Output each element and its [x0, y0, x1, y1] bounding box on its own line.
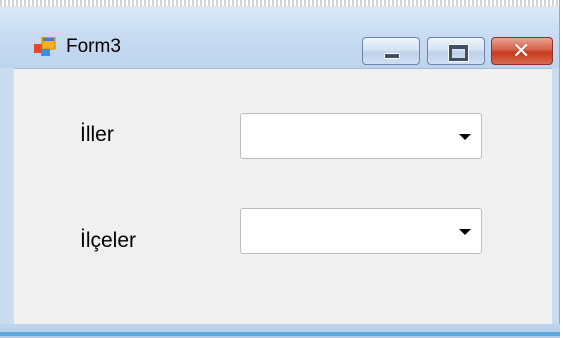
- taskbar-edge: [0, 332, 560, 336]
- close-button[interactable]: ✕: [491, 37, 553, 65]
- maximize-icon: [448, 44, 469, 62]
- maximize-button[interactable]: [427, 37, 485, 65]
- form-client-area: İller İlçeler: [14, 68, 552, 325]
- ilceler-label: İlçeler: [80, 229, 137, 252]
- title-bar[interactable]: Form3 ✕: [0, 6, 559, 68]
- chevron-down-icon[interactable]: [459, 229, 471, 235]
- form3-window: Form3 ✕ İller İlçeler: [0, 0, 560, 338]
- iller-combobox[interactable]: [240, 113, 482, 159]
- form-app-icon: [34, 37, 56, 56]
- minimize-button[interactable]: [362, 37, 420, 65]
- close-icon: ✕: [512, 39, 531, 64]
- minimize-icon: [384, 53, 400, 59]
- chevron-down-icon[interactable]: [459, 134, 471, 140]
- ilceler-combobox[interactable]: [240, 208, 482, 254]
- window-title: Form3: [66, 36, 121, 57]
- iller-label: İller: [80, 123, 114, 146]
